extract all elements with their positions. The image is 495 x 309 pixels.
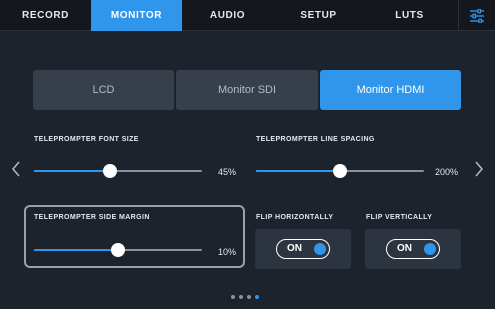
flip-vertically-control[interactable]: ON xyxy=(365,229,461,269)
output-lcd-button[interactable]: LCD xyxy=(33,70,174,110)
toggle-indicator xyxy=(314,242,326,255)
page-dot xyxy=(231,295,235,299)
tab-setup[interactable]: SETUP xyxy=(273,0,364,31)
flip-horizontally-label: FLIP HORIZONTALLY xyxy=(256,214,334,221)
teleprompter-side-margin-value: 10% xyxy=(217,247,236,257)
slider-knob[interactable] xyxy=(333,164,347,178)
slider-knob[interactable] xyxy=(111,243,125,257)
teleprompter-line-spacing-value: 200% xyxy=(434,167,458,177)
teleprompter-line-spacing-label: TELEPROMPTER LINE SPACING xyxy=(256,136,375,143)
flip-horizontally-toggle[interactable]: ON xyxy=(276,239,330,259)
sliders-icon[interactable] xyxy=(459,0,495,31)
slider-knob[interactable] xyxy=(102,164,117,178)
tab-record[interactable]: RECORD xyxy=(0,0,91,31)
slider-fill xyxy=(256,170,340,172)
teleprompter-line-spacing-slider[interactable] xyxy=(256,164,424,178)
chevron-right-icon[interactable] xyxy=(473,159,485,179)
output-monitor-hdmi-button[interactable]: Monitor HDMI xyxy=(320,70,461,110)
flip-horizontally-control[interactable]: ON xyxy=(255,229,351,269)
teleprompter-side-margin-label: TELEPROMPTER SIDE MARGIN xyxy=(34,214,150,221)
teleprompter-font-size-value: 45% xyxy=(217,167,236,177)
page-indicator xyxy=(231,294,265,300)
page-dot xyxy=(247,295,251,299)
page-dot xyxy=(255,295,259,299)
page-dot xyxy=(239,295,243,299)
teleprompter-side-margin-slider[interactable] xyxy=(34,243,202,257)
slider-fill xyxy=(34,249,118,251)
tab-luts[interactable]: LUTS xyxy=(364,0,455,31)
tab-monitor[interactable]: MONITOR xyxy=(91,0,182,31)
toggle-label: ON xyxy=(397,243,412,254)
chevron-left-icon[interactable] xyxy=(10,159,22,179)
flip-vertically-toggle[interactable]: ON xyxy=(386,239,440,259)
tab-audio[interactable]: AUDIO xyxy=(182,0,273,31)
teleprompter-font-size-label: TELEPROMPTER FONT SIZE xyxy=(34,136,139,143)
toggle-label: ON xyxy=(287,243,302,254)
output-monitor-sdi-button[interactable]: Monitor SDI xyxy=(176,70,318,110)
toggle-indicator xyxy=(424,242,436,255)
top-tab-bar: RECORD MONITOR AUDIO SETUP LUTS xyxy=(0,0,495,31)
slider-fill xyxy=(34,170,110,172)
teleprompter-font-size-slider[interactable] xyxy=(34,164,202,178)
flip-vertically-label: FLIP VERTICALLY xyxy=(366,214,433,221)
